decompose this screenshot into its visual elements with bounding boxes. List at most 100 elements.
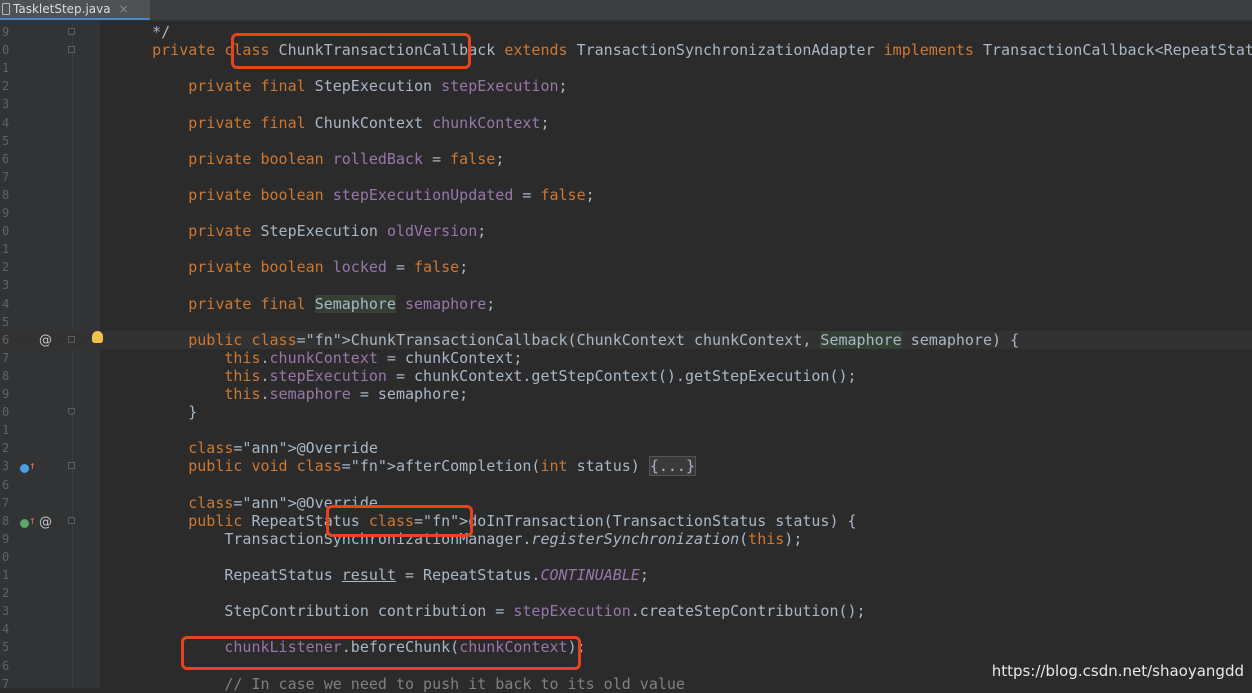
code-line[interactable]: 9 this.semaphore = semaphore; bbox=[0, 385, 1252, 403]
code-line[interactable]: 0 private StepExecution oldVersion; bbox=[0, 222, 1252, 240]
code-text: this.semaphore = semaphore; bbox=[224, 385, 469, 403]
code-line[interactable]: 5 bbox=[0, 132, 1252, 150]
line-number: 6 bbox=[2, 332, 10, 347]
code-text: private final StepExecution stepExecutio… bbox=[188, 77, 568, 96]
code-line[interactable]: 8 private boolean stepExecutionUpdated =… bbox=[0, 186, 1252, 204]
line-number: 6 bbox=[2, 151, 10, 166]
line-number: 7 bbox=[2, 495, 10, 510]
code-line[interactable]: 6 public class="fn">ChunkTransactionCall… bbox=[0, 330, 1252, 349]
code-line[interactable]: 7 class="ann">@Override bbox=[0, 494, 1252, 512]
code-text: private final ChunkContext chunkContext; bbox=[188, 113, 550, 132]
close-icon[interactable]: × bbox=[119, 2, 129, 16]
up-arrow-icon: ↑ bbox=[29, 514, 36, 527]
override-method-icon[interactable] bbox=[20, 464, 29, 473]
code-text: StepContribution contribution = stepExec… bbox=[116, 602, 866, 621]
line-number: 1 bbox=[2, 242, 10, 257]
fold-marker-icon[interactable] bbox=[68, 408, 75, 416]
fold-marker-icon[interactable] bbox=[68, 28, 75, 35]
line-number: 0 bbox=[2, 224, 10, 239]
line-number: 8 bbox=[2, 513, 10, 528]
line-number: 0 bbox=[2, 43, 10, 58]
implementation-at-icon[interactable]: @ bbox=[39, 514, 52, 532]
code-line[interactable]: 3 public void class="fn">afterCompletion… bbox=[0, 456, 1252, 477]
code-text: private final Semaphore semaphore; bbox=[188, 294, 496, 313]
line-number: 1 bbox=[2, 61, 10, 76]
code-text: private boolean stepExecutionUpdated = f… bbox=[188, 185, 595, 204]
code-line[interactable]: 6 bbox=[0, 476, 1252, 494]
code-line[interactable]: 1 bbox=[0, 59, 1252, 77]
code-line[interactable]: 2 class="ann">@Override bbox=[0, 439, 1252, 457]
code-line[interactable]: 1 bbox=[0, 240, 1252, 258]
up-arrow-icon: ↑ bbox=[29, 459, 36, 472]
fold-marker-icon[interactable] bbox=[68, 335, 75, 343]
line-number: 8 bbox=[2, 368, 10, 383]
line-number: 5 bbox=[2, 314, 10, 329]
code-line[interactable]: 0 bbox=[0, 548, 1252, 566]
line-number: 5 bbox=[2, 640, 10, 655]
highlight-box-beforeChunk bbox=[181, 636, 581, 670]
watermark: https://blog.csdn.net/shaoyangdd bbox=[991, 662, 1244, 680]
code-line[interactable]: 9 */ bbox=[0, 23, 1252, 41]
code-line[interactable]: 8 public RepeatStatus class="fn">doInTra… bbox=[0, 512, 1252, 530]
code-line[interactable]: 4 private final Semaphore semaphore; bbox=[0, 294, 1252, 313]
code-text: */ bbox=[116, 23, 171, 41]
line-number: 2 bbox=[2, 260, 10, 275]
line-number: 0 bbox=[2, 405, 10, 420]
code-line[interactable]: 3 StepContribution contribution = stepEx… bbox=[0, 602, 1252, 620]
code-text: private boolean rolledBack = false; bbox=[188, 149, 505, 168]
tab-taskletstep[interactable]: TaskletStep.java × bbox=[0, 0, 150, 20]
code-text: this.chunkContext = chunkContext; bbox=[224, 348, 523, 367]
tab-title: TaskletStep.java bbox=[13, 2, 111, 16]
line-number: 9 bbox=[2, 531, 10, 546]
line-number: 7 bbox=[2, 169, 10, 184]
code-text: public void class="fn">afterCompletion(i… bbox=[188, 456, 696, 477]
line-number: 0 bbox=[2, 549, 10, 564]
code-line[interactable]: 2 private final StepExecution stepExecut… bbox=[0, 77, 1252, 95]
code-line[interactable]: 8 this.stepExecution = chunkContext.getS… bbox=[0, 367, 1252, 385]
line-number: 5 bbox=[2, 133, 10, 148]
code-line[interactable]: 4 private final ChunkContext chunkContex… bbox=[0, 114, 1252, 132]
line-number: 4 bbox=[2, 115, 10, 130]
code-line[interactable]: 2 bbox=[0, 584, 1252, 602]
line-number: 9 bbox=[2, 206, 10, 220]
code-line[interactable]: 7 bbox=[0, 168, 1252, 186]
intention-bulb-icon[interactable] bbox=[92, 331, 103, 343]
code-line[interactable]: 3 bbox=[0, 95, 1252, 113]
line-number: 1 bbox=[2, 423, 10, 438]
code-line[interactable]: 0 private class ChunkTransactionCallback… bbox=[0, 41, 1252, 59]
line-number: 3 bbox=[2, 278, 10, 293]
fold-marker-icon[interactable] bbox=[68, 462, 75, 470]
highlight-box-doInTransaction bbox=[326, 505, 473, 537]
code-line[interactable]: 9 bbox=[0, 204, 1252, 222]
fold-marker-icon[interactable] bbox=[68, 46, 75, 54]
line-number: 9 bbox=[2, 387, 10, 401]
code-text: private boolean locked = false; bbox=[188, 258, 469, 277]
highlight-box-class-name bbox=[231, 33, 471, 69]
code-line[interactable]: 5 bbox=[0, 313, 1252, 331]
code-text: } bbox=[116, 403, 198, 422]
implementation-at-icon[interactable]: @ bbox=[39, 332, 52, 350]
line-number: 1 bbox=[2, 568, 10, 582]
code-line[interactable]: 0 } bbox=[0, 403, 1252, 421]
line-number: 3 bbox=[2, 604, 10, 619]
code-line[interactable]: 9 TransactionSynchronizationManager.regi… bbox=[0, 530, 1252, 548]
code-line[interactable]: 1 bbox=[0, 421, 1252, 439]
fold-marker-icon[interactable] bbox=[68, 516, 75, 524]
line-number: 4 bbox=[2, 622, 10, 637]
line-number: 7 bbox=[2, 676, 10, 691]
code-line[interactable]: 3 bbox=[0, 276, 1252, 294]
line-number: 2 bbox=[2, 586, 10, 601]
line-number: 2 bbox=[2, 79, 10, 94]
line-number: 9 bbox=[2, 25, 10, 39]
implement-method-icon[interactable] bbox=[20, 519, 29, 528]
line-number: 2 bbox=[2, 441, 10, 456]
line-number: 6 bbox=[2, 477, 10, 492]
code-text: RepeatStatus result = RepeatStatus.CONTI… bbox=[116, 566, 649, 584]
code-text: // In case we need to push it back to it… bbox=[116, 674, 685, 693]
code-line[interactable]: 2 private boolean locked = false; bbox=[0, 258, 1252, 276]
code-text: private StepExecution oldVersion; bbox=[188, 222, 487, 241]
code-line[interactable]: 6 private boolean rolledBack = false; bbox=[0, 150, 1252, 168]
code-line[interactable]: 7 this.chunkContext = chunkContext; bbox=[0, 349, 1252, 367]
code-line[interactable]: 1 RepeatStatus result = RepeatStatus.CON… bbox=[0, 566, 1252, 584]
line-number: 6 bbox=[2, 658, 10, 673]
